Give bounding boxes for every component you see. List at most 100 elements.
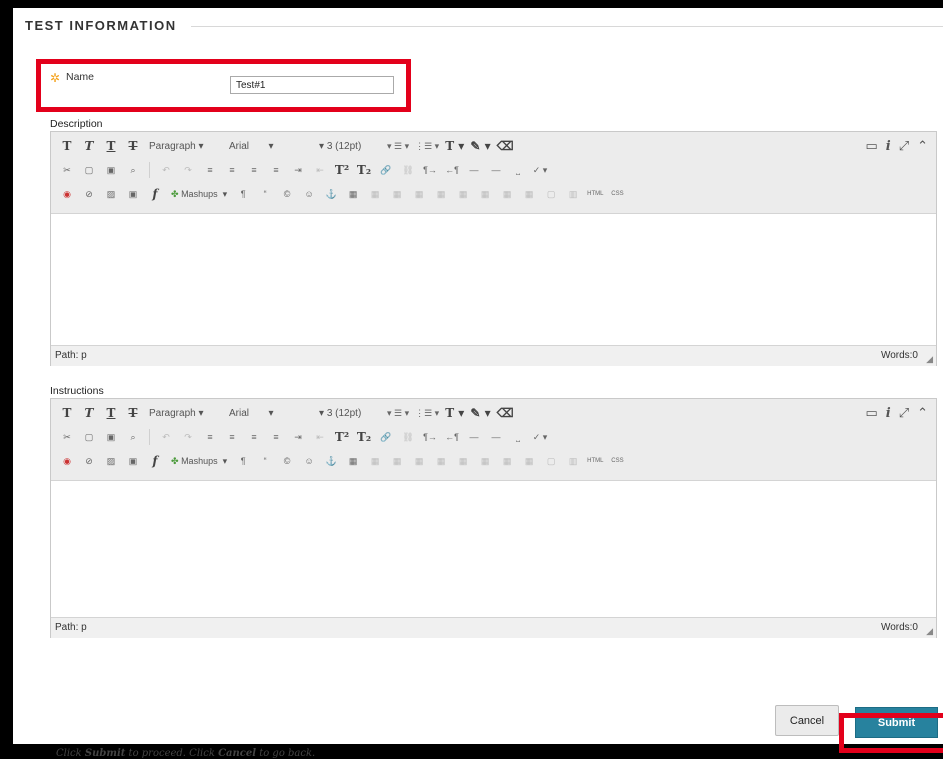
copy-icon[interactable]: ▢ (79, 161, 99, 179)
fullscreen-icon[interactable]: ⤢ (899, 138, 909, 154)
horizontal-line-icon[interactable]: — (486, 428, 506, 446)
image-icon[interactable]: ▨ (101, 185, 121, 203)
paragraph-mark-icon[interactable]: ¶ (233, 452, 253, 470)
column-icon[interactable]: ▥ (563, 185, 583, 203)
split-cells-icon[interactable]: ▦ (519, 185, 539, 203)
anchor-icon[interactable]: ⚓ (321, 452, 341, 470)
numbered-list-icon[interactable]: ⋮☰ ▾ (413, 137, 441, 155)
blockquote-icon[interactable]: “ (255, 452, 275, 470)
underline-icon[interactable]: T (101, 137, 121, 155)
redo-icon[interactable]: ↷ (178, 428, 198, 446)
copyright-icon[interactable]: © (277, 185, 297, 203)
math-icon[interactable]: f (145, 452, 165, 470)
bullet-list-icon[interactable]: ▾ ☰ ▾ (385, 137, 411, 155)
row-props-icon[interactable]: ▦ (387, 452, 407, 470)
math-icon[interactable]: f (145, 185, 165, 203)
eraser-icon[interactable]: ⌫ (495, 404, 516, 422)
align-left-icon[interactable]: ≡ (200, 161, 220, 179)
spellcheck-icon[interactable]: ✓ ▾ (530, 161, 550, 179)
attach-icon[interactable]: ⊘ (79, 185, 99, 203)
info-icon[interactable]: i (886, 406, 891, 421)
insert-col-icon[interactable]: ▦ (475, 185, 495, 203)
superscript-icon[interactable]: T² (332, 161, 352, 179)
font-select[interactable]: Arial ▾ (225, 137, 313, 155)
css-button[interactable]: CSS (607, 185, 627, 203)
outdent-icon[interactable]: ⇤ (310, 161, 330, 179)
emoticon-icon[interactable]: ☺ (299, 452, 319, 470)
rtl-icon[interactable]: ←¶ (442, 161, 462, 179)
unlink-icon[interactable]: ⛓ (398, 428, 418, 446)
align-right-icon[interactable]: ≡ (244, 428, 264, 446)
cut-icon[interactable]: ✂ (57, 161, 77, 179)
copy-icon[interactable]: ▢ (79, 428, 99, 446)
size-select[interactable]: ▾ 3 (12pt) (315, 137, 383, 155)
insert-row-icon[interactable]: ▦ (431, 452, 451, 470)
attach-icon[interactable]: ⊘ (79, 452, 99, 470)
undo-icon[interactable]: ↶ (156, 161, 176, 179)
paste-icon[interactable]: ▣ (101, 428, 121, 446)
text-color-icon[interactable]: T ▾ (443, 137, 466, 155)
align-left-icon[interactable]: ≡ (200, 428, 220, 446)
blockquote-icon[interactable]: “ (255, 185, 275, 203)
strikethrough-icon[interactable]: T (123, 137, 143, 155)
resize-grip-icon[interactable]: ◢ (926, 354, 933, 365)
table-icon[interactable]: ▦ (343, 452, 363, 470)
instructions-text-area[interactable] (51, 481, 936, 617)
preview-icon[interactable]: ▭ (865, 138, 877, 154)
strikethrough-icon[interactable]: T (123, 404, 143, 422)
cell-props-icon[interactable]: ▦ (409, 452, 429, 470)
highlight-icon[interactable]: ✎ ▾ (468, 404, 492, 422)
horizontal-rule-icon[interactable]: — (464, 428, 484, 446)
link-icon[interactable]: 🔗 (376, 428, 396, 446)
italic-icon[interactable]: T (79, 137, 99, 155)
description-text-area[interactable] (51, 214, 936, 345)
justify-icon[interactable]: ≡ (266, 428, 286, 446)
insert-col-icon[interactable]: ▦ (475, 452, 495, 470)
subscript-icon[interactable]: T₂ (354, 428, 374, 446)
indent-icon[interactable]: ⇥ (288, 428, 308, 446)
delete-row-icon[interactable]: ▦ (453, 185, 473, 203)
delete-row-icon[interactable]: ▦ (453, 452, 473, 470)
horizontal-rule-icon[interactable]: — (464, 161, 484, 179)
ltr-icon[interactable]: ¶→ (420, 161, 440, 179)
emoticon-icon[interactable]: ☺ (299, 185, 319, 203)
collapse-icon[interactable]: ⌃ (917, 405, 928, 421)
fullscreen-icon[interactable]: ⤢ (899, 405, 909, 421)
size-select[interactable]: ▾ 3 (12pt) (315, 404, 383, 422)
justify-icon[interactable]: ≡ (266, 161, 286, 179)
outdent-icon[interactable]: ⇤ (310, 428, 330, 446)
bold-icon[interactable]: T (57, 404, 77, 422)
subscript-icon[interactable]: T₂ (354, 161, 374, 179)
cut-icon[interactable]: ✂ (57, 428, 77, 446)
find-icon[interactable]: ⌕ (123, 428, 143, 446)
css-button[interactable]: CSS (607, 452, 627, 470)
cancel-button[interactable]: Cancel (775, 705, 839, 736)
highlight-icon[interactable]: ✎ ▾ (468, 137, 492, 155)
record-icon[interactable]: ◉ (57, 185, 77, 203)
indent-icon[interactable]: ⇥ (288, 161, 308, 179)
paragraph-mark-icon[interactable]: ¶ (233, 185, 253, 203)
copyright-icon[interactable]: © (277, 452, 297, 470)
paragraph-select[interactable]: Paragraph ▾ (145, 404, 223, 422)
html-button[interactable]: HTML (585, 452, 605, 470)
mashups-select[interactable]: ✤ Mashups ▾ (167, 185, 231, 203)
delete-col-icon[interactable]: ▦ (497, 185, 517, 203)
cell-props-icon[interactable]: ▦ (409, 185, 429, 203)
unlink-icon[interactable]: ⛓ (398, 161, 418, 179)
bullet-list-icon[interactable]: ▾ ☰ ▾ (385, 404, 411, 422)
media-icon[interactable]: ▣ (123, 452, 143, 470)
rtl-icon[interactable]: ←¶ (442, 428, 462, 446)
record-icon[interactable]: ◉ (57, 452, 77, 470)
redo-icon[interactable]: ↷ (178, 161, 198, 179)
font-select[interactable]: Arial ▾ (225, 404, 313, 422)
nbsp-icon[interactable]: ⎵ (508, 428, 528, 446)
bold-icon[interactable]: T (57, 137, 77, 155)
text-color-icon[interactable]: T ▾ (443, 404, 466, 422)
undo-icon[interactable]: ↶ (156, 428, 176, 446)
paragraph-select[interactable]: Paragraph ▾ (145, 137, 223, 155)
resize-grip-icon[interactable]: ◢ (926, 626, 933, 637)
table-icon[interactable]: ▦ (343, 185, 363, 203)
superscript-icon[interactable]: T² (332, 428, 352, 446)
merge-cells-icon[interactable]: ▢ (541, 452, 561, 470)
nbsp-icon[interactable]: ⎵ (508, 161, 528, 179)
